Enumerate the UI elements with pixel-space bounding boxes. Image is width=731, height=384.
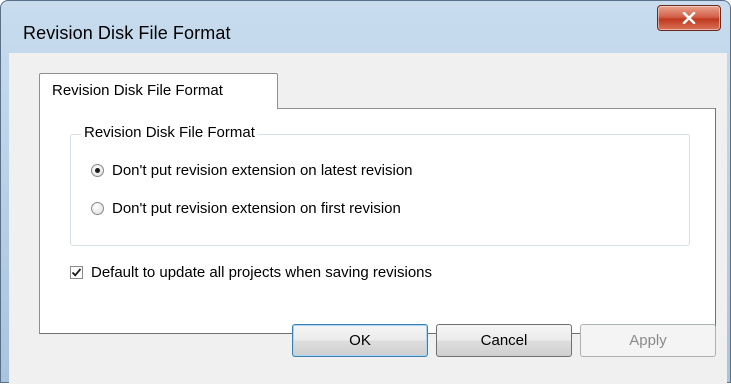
checkmark-icon bbox=[71, 268, 82, 277]
radio-button-first[interactable] bbox=[91, 202, 104, 215]
tab-label: Revision Disk File Format bbox=[52, 82, 223, 99]
tab-revision-disk-file-format[interactable]: Revision Disk File Format bbox=[39, 73, 278, 109]
dialog-window: Revision Disk File Format Revision Disk … bbox=[0, 0, 731, 384]
close-button[interactable] bbox=[657, 5, 721, 31]
title-bar[interactable]: Revision Disk File Format bbox=[1, 1, 730, 49]
dialog-client-area: Revision Disk File Format Revision Disk … bbox=[9, 53, 727, 384]
tab-panel: Revision Disk File Format Don't put revi… bbox=[39, 108, 716, 334]
radio-label-latest: Don't put revision extension on latest r… bbox=[112, 162, 413, 179]
radio-option-first[interactable]: Don't put revision extension on first re… bbox=[91, 200, 401, 217]
close-icon bbox=[682, 12, 696, 24]
apply-button[interactable]: Apply bbox=[580, 324, 716, 357]
cancel-button[interactable]: Cancel bbox=[436, 324, 572, 357]
radio-option-latest[interactable]: Don't put revision extension on latest r… bbox=[91, 162, 413, 179]
groupbox-legend: Revision Disk File Format bbox=[81, 124, 258, 141]
window-title: Revision Disk File Format bbox=[23, 23, 231, 43]
update-all-projects-checkbox[interactable] bbox=[70, 266, 83, 279]
update-all-projects-label: Default to update all projects when savi… bbox=[91, 264, 433, 281]
radio-label-first: Don't put revision extension on first re… bbox=[112, 200, 401, 217]
update-all-projects-option[interactable]: Default to update all projects when savi… bbox=[70, 264, 432, 281]
ok-button[interactable]: OK bbox=[292, 324, 428, 357]
radio-button-latest[interactable] bbox=[91, 164, 104, 177]
revision-format-groupbox: Revision Disk File Format Don't put revi… bbox=[70, 124, 690, 246]
